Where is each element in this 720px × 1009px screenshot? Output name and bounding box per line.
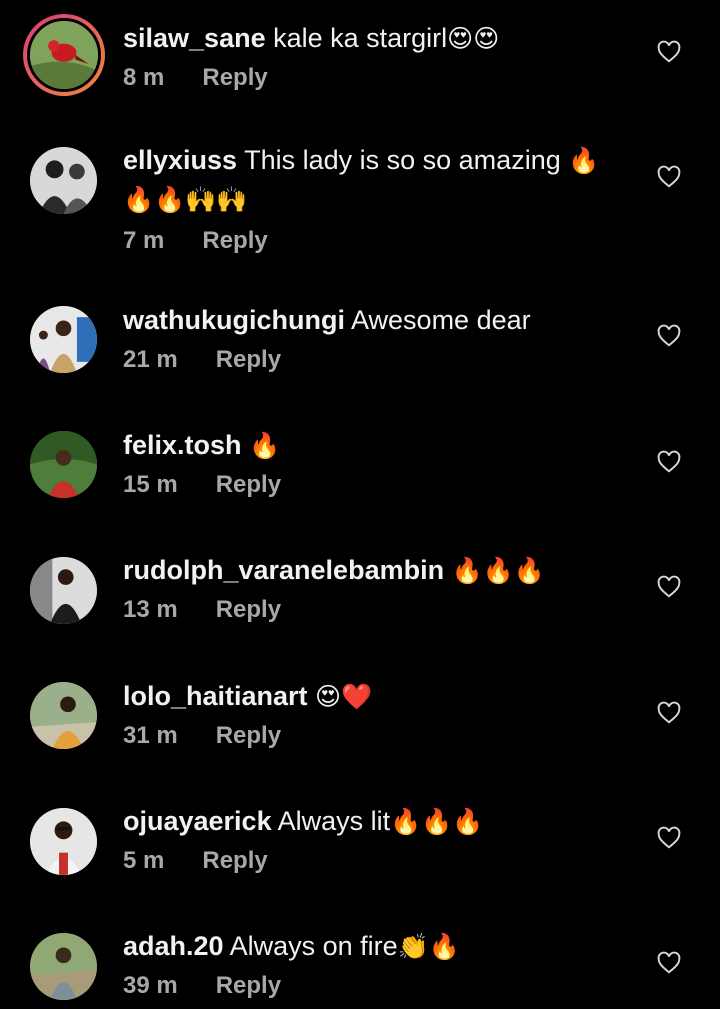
comment-text: Always on fire [223, 931, 398, 961]
username[interactable]: felix.tosh [123, 430, 242, 460]
timestamp: 15 m [123, 471, 178, 498]
person-photo-icon [30, 306, 97, 373]
avatar[interactable] [30, 808, 97, 875]
reply-button[interactable]: Reply [216, 471, 281, 499]
comment-text: Always lit [271, 806, 391, 836]
heart-outline-icon [657, 575, 681, 598]
reply-button[interactable]: Reply [216, 596, 281, 624]
avatar[interactable] [30, 147, 97, 214]
comment-text [242, 430, 250, 460]
like-button[interactable] [656, 323, 682, 349]
like-button[interactable] [656, 700, 682, 726]
timestamp: 21 m [123, 346, 178, 373]
heart-outline-icon [657, 450, 681, 473]
comment-text: kale ka stargirl [265, 23, 448, 53]
reply-button[interactable]: Reply [202, 227, 267, 255]
username[interactable]: silaw_sane [123, 23, 266, 53]
person-photo-icon [30, 682, 97, 749]
like-button[interactable] [656, 449, 682, 475]
username[interactable]: ellyxiuss [123, 145, 237, 175]
username[interactable]: ojuayaerick [123, 806, 272, 836]
comment-emoji: 😍❤️ [315, 682, 373, 711]
reply-button[interactable]: Reply [216, 972, 281, 1000]
comment-emoji: 🔥 [249, 431, 281, 460]
reply-button[interactable]: Reply [202, 847, 267, 875]
avatar[interactable] [30, 682, 97, 749]
username[interactable]: wathukugichungi [123, 305, 345, 335]
heart-outline-icon [657, 324, 681, 347]
comment-text [444, 555, 452, 585]
comment-emoji: 🔥🔥🔥 [390, 807, 484, 836]
person-photo-icon [30, 808, 97, 875]
like-button[interactable] [656, 825, 682, 851]
comment-emoji-line2: 🔥🔥🙌🙌 [123, 185, 248, 214]
heart-outline-icon [657, 40, 681, 63]
comment-emoji: 🔥 [568, 146, 600, 175]
comment-emoji: 👏🔥 [397, 932, 460, 961]
like-button[interactable] [656, 164, 682, 190]
avatar[interactable] [30, 557, 97, 624]
person-photo-icon [30, 431, 97, 498]
person-photo-icon [30, 933, 97, 1000]
timestamp: 8 m [123, 64, 165, 91]
username[interactable]: rudolph_varanelebambin [123, 555, 444, 585]
username[interactable]: lolo_haitianart [123, 681, 308, 711]
like-button[interactable] [656, 950, 682, 976]
comment-emoji: 🔥🔥🔥 [451, 556, 545, 585]
timestamp: 5 m [123, 847, 165, 874]
username[interactable]: adah.20 [123, 931, 224, 961]
reply-button[interactable]: Reply [216, 346, 281, 374]
like-button[interactable] [656, 574, 682, 600]
heart-outline-icon [657, 701, 681, 724]
avatar[interactable] [30, 306, 97, 373]
comment-emoji: 😍😍 [447, 24, 500, 53]
bird-photo-icon [30, 21, 98, 89]
heart-outline-icon [657, 826, 681, 849]
reply-button[interactable]: Reply [216, 722, 281, 750]
timestamp: 7 m [123, 227, 165, 254]
timestamp: 13 m [123, 596, 178, 623]
comment-text [308, 681, 316, 711]
reply-button[interactable]: Reply [202, 64, 267, 92]
avatar[interactable] [30, 933, 97, 1000]
comment-text: This lady is so so amazing [237, 145, 569, 175]
heart-outline-icon [657, 165, 681, 188]
person-photo-icon [30, 147, 97, 214]
timestamp: 39 m [123, 972, 178, 999]
person-photo-icon [30, 557, 97, 624]
avatar[interactable] [30, 431, 97, 498]
like-button[interactable] [656, 39, 682, 65]
comment-text: Awesome dear [345, 305, 531, 335]
timestamp: 31 m [123, 722, 178, 749]
avatar[interactable] [23, 14, 105, 96]
heart-outline-icon [657, 951, 681, 974]
